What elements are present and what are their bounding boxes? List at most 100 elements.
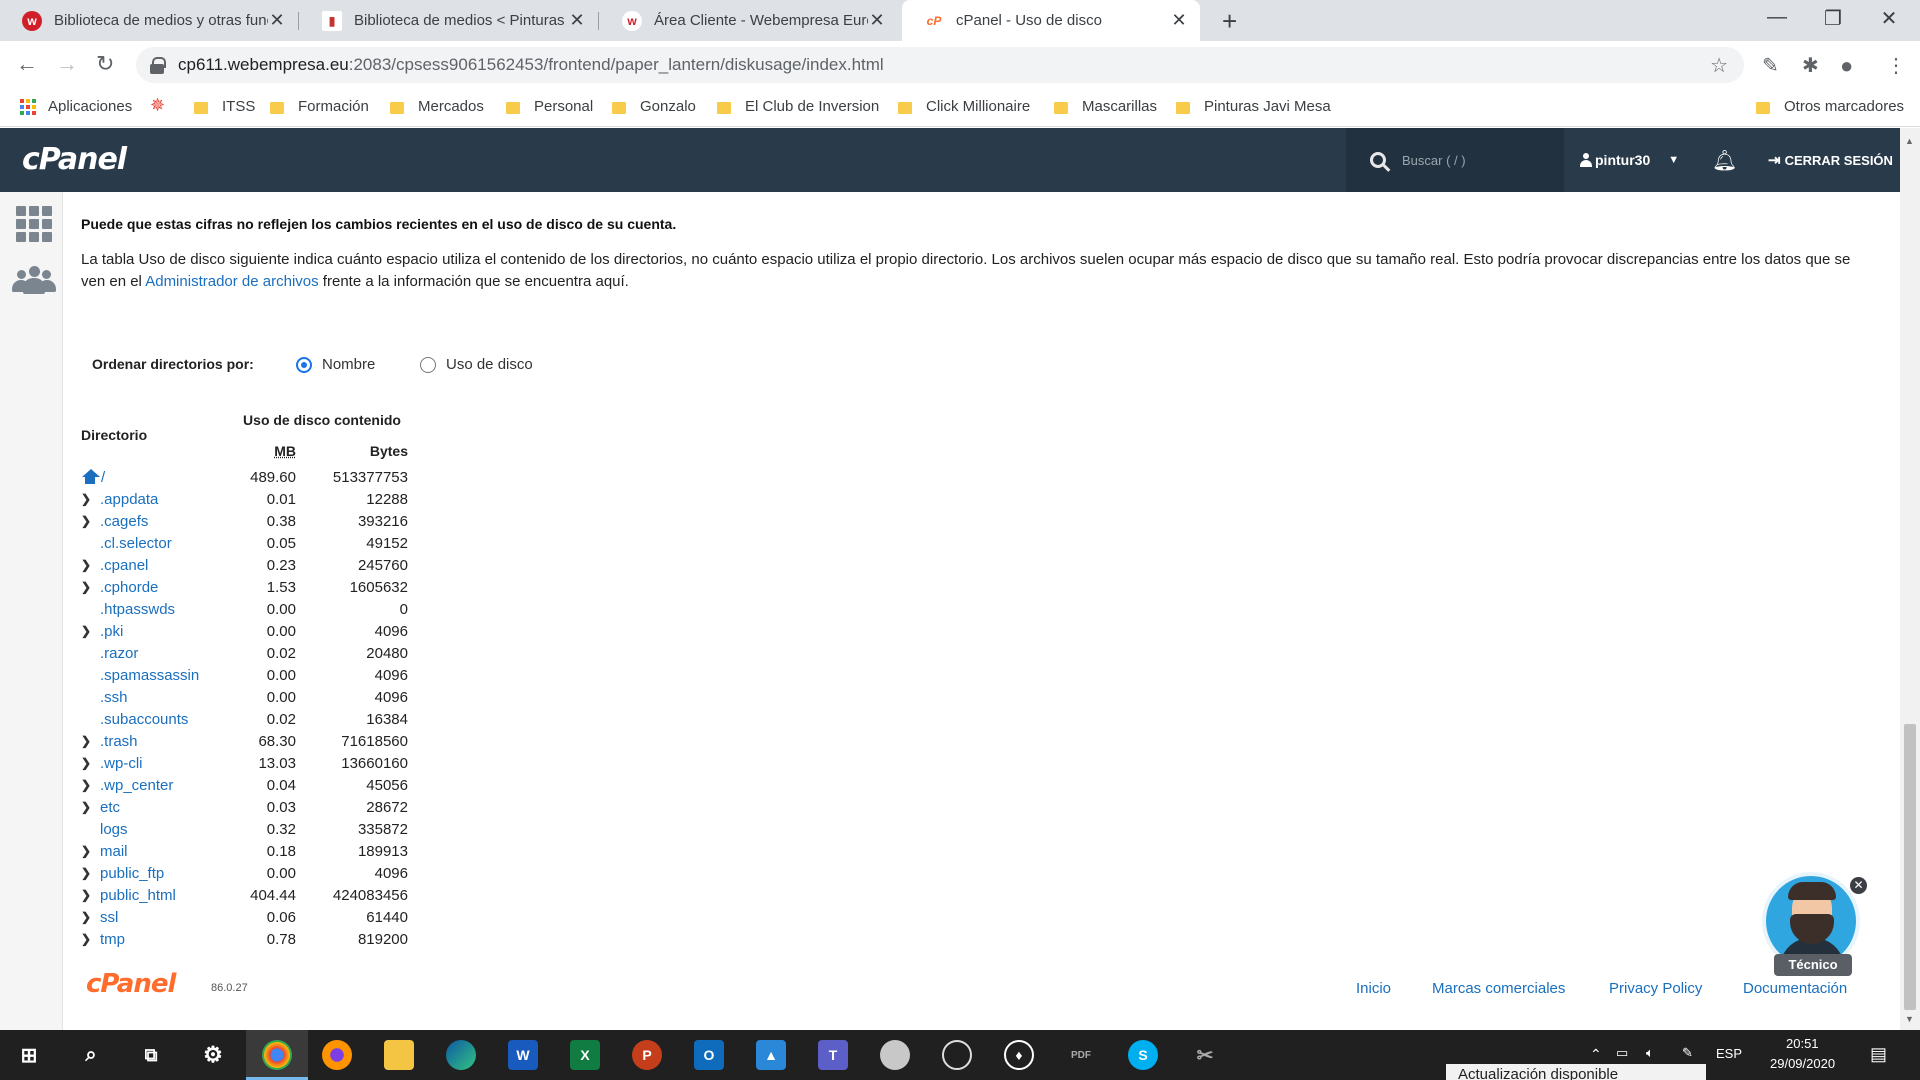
paint-icon[interactable] xyxy=(880,1040,910,1070)
photos-icon[interactable]: ▲ xyxy=(756,1040,786,1070)
browser-tab-2[interactable]: ▮ Biblioteca de medios < Pinturas J ✕ xyxy=(300,0,598,41)
footer-link-trademarks[interactable]: Marcas comerciales xyxy=(1432,980,1565,997)
expand-chevron-icon[interactable]: ❯ xyxy=(81,778,100,792)
battery-icon[interactable]: ▭ xyxy=(1616,1045,1628,1061)
browser-tab-3[interactable]: w Área Cliente - Webempresa Euro ✕ xyxy=(600,0,898,41)
volume-icon[interactable]: 🔈︎ xyxy=(1646,1045,1654,1061)
directory-link[interactable]: .razor xyxy=(100,645,138,662)
close-chat-icon[interactable]: ✕ xyxy=(1850,877,1867,894)
bookmark-itss[interactable]: ITSS xyxy=(194,98,255,115)
forward-arrow-icon[interactable]: → xyxy=(56,51,78,77)
bookmark-otros-marcadores[interactable]: Otros marcadores xyxy=(1756,98,1904,115)
edge-icon[interactable] xyxy=(446,1040,476,1070)
expand-chevron-icon[interactable]: ❯ xyxy=(81,866,100,880)
directory-link[interactable]: tmp xyxy=(100,931,125,948)
radio-selected[interactable] xyxy=(296,356,312,373)
browser-tab-1[interactable]: w Biblioteca de medios y otras func ✕ xyxy=(0,0,298,41)
page-scrollbar[interactable]: ▲ ▼ xyxy=(1900,128,1920,1030)
firefox-icon[interactable] xyxy=(322,1040,352,1070)
scroll-thumb[interactable] xyxy=(1904,724,1916,1010)
close-tab-icon[interactable]: ✕ xyxy=(568,10,586,31)
scroll-down-icon[interactable]: ▼ xyxy=(1905,1014,1914,1024)
footer-link-documentation[interactable]: Documentación xyxy=(1743,980,1847,997)
extensions-puzzle-icon[interactable]: ✱ xyxy=(1802,53,1819,78)
language-indicator[interactable]: ESP xyxy=(1716,1046,1742,1061)
search-icon[interactable]: ⌕ xyxy=(76,1040,106,1070)
expand-chevron-icon[interactable]: ❯ xyxy=(81,492,100,506)
bookmark-mercados[interactable]: Mercados xyxy=(390,98,484,115)
close-tab-icon[interactable]: ✕ xyxy=(268,10,286,31)
expand-chevron-icon[interactable]: ❯ xyxy=(81,756,100,770)
sort-by-disk-usage-radio[interactable]: Uso de disco xyxy=(420,356,533,373)
task-view-icon[interactable]: ⧉ xyxy=(136,1040,166,1070)
excel-icon[interactable]: X xyxy=(570,1040,600,1070)
directory-link[interactable]: .htpasswds xyxy=(100,601,175,618)
bookmark-click-millionaire[interactable]: Click Millionaire xyxy=(898,98,1030,115)
scroll-up-icon[interactable]: ▲ xyxy=(1905,136,1914,146)
close-tab-icon[interactable]: ✕ xyxy=(868,10,886,31)
notifications-icon[interactable]: ▤ xyxy=(1870,1044,1887,1065)
outlook-icon[interactable]: O xyxy=(694,1040,724,1070)
directory-link[interactable]: .trash xyxy=(100,733,138,750)
obs-icon[interactable] xyxy=(942,1040,972,1070)
expand-chevron-icon[interactable]: ❯ xyxy=(81,514,100,528)
expand-chevron-icon[interactable]: ❯ xyxy=(81,800,100,814)
restore-icon[interactable]: ❐ xyxy=(1810,6,1856,31)
profile-avatar-icon[interactable]: ● xyxy=(1840,53,1853,79)
windows-start-icon[interactable]: ⊞ xyxy=(14,1040,44,1070)
pen-icon[interactable]: ✎ xyxy=(1682,1045,1693,1061)
footer-link-inicio[interactable]: Inicio xyxy=(1356,980,1391,997)
footer-cpanel-logo[interactable]: cPanel xyxy=(86,969,176,999)
bookmark-formacion[interactable]: Formación xyxy=(270,98,369,115)
settings-gear-icon[interactable]: ⚙ xyxy=(198,1040,228,1070)
directory-link[interactable]: .cagefs xyxy=(100,513,148,530)
reload-icon[interactable]: ↻ xyxy=(96,51,114,77)
bookmark-gonzalo[interactable]: Gonzalo xyxy=(612,98,696,115)
expand-chevron-icon[interactable]: ❯ xyxy=(81,624,100,638)
clock-time[interactable]: 20:51 xyxy=(1786,1036,1819,1051)
sort-by-name-radio[interactable]: Nombre xyxy=(296,356,375,373)
address-bar[interactable]: cp611.webempresa.eu:2083/cpsess906156245… xyxy=(136,47,1744,83)
update-available-toast[interactable]: Actualización disponible xyxy=(1446,1064,1706,1080)
directory-link[interactable]: .cl.selector xyxy=(100,535,172,552)
cpanel-logo[interactable]: cPanel xyxy=(22,142,127,177)
logout-button[interactable]: ⇥ CERRAR SESIÓN xyxy=(1768,128,1893,192)
expand-chevron-icon[interactable]: ❯ xyxy=(81,580,100,594)
directory-link[interactable]: public_html xyxy=(100,887,176,904)
clock-date[interactable]: 29/09/2020 xyxy=(1770,1056,1835,1071)
word-icon[interactable]: W xyxy=(508,1040,538,1070)
file-manager-link[interactable]: Administrador de archivos xyxy=(145,273,318,290)
browser-tab-4-active[interactable]: cP cPanel - Uso de disco ✕ xyxy=(902,0,1200,41)
plus-icon[interactable]: + xyxy=(1222,6,1237,37)
directory-link[interactable]: etc xyxy=(100,799,120,816)
teams-icon[interactable]: T xyxy=(818,1040,848,1070)
powerpoint-icon[interactable]: P xyxy=(632,1040,662,1070)
pdf-app-icon[interactable]: PDF xyxy=(1066,1040,1096,1070)
bookmark-pinturas-javi-mesa[interactable]: Pinturas Javi Mesa xyxy=(1176,98,1331,115)
directory-link[interactable]: mail xyxy=(100,843,128,860)
lightbulb-app-icon[interactable]: ♦ xyxy=(1004,1040,1034,1070)
support-chat-label[interactable]: Técnico xyxy=(1774,954,1852,976)
directory-link[interactable]: ssl xyxy=(100,909,118,926)
directory-link[interactable]: public_ftp xyxy=(100,865,164,882)
expand-chevron-icon[interactable]: ❯ xyxy=(81,734,100,748)
directory-link[interactable]: .subaccounts xyxy=(100,711,188,728)
close-window-icon[interactable]: ✕ xyxy=(1866,6,1912,31)
bookmark-personal[interactable]: Personal xyxy=(506,98,593,115)
user-manager-icon[interactable] xyxy=(12,266,56,296)
expand-chevron-icon[interactable]: ❯ xyxy=(81,888,100,902)
minimize-icon[interactable]: — xyxy=(1754,6,1800,29)
column-header-mb[interactable]: MB xyxy=(200,436,296,466)
user-menu[interactable]: pintur30 ▼ xyxy=(1580,128,1679,192)
expand-chevron-icon[interactable]: ❯ xyxy=(81,932,100,946)
directory-link[interactable]: .cphorde xyxy=(100,579,158,596)
bookmark-mascarillas[interactable]: Mascarillas xyxy=(1054,98,1157,115)
expand-chevron-icon[interactable]: ❯ xyxy=(81,558,100,572)
pinwheel-icon[interactable]: ✵ xyxy=(150,95,165,116)
close-tab-icon[interactable]: ✕ xyxy=(1170,10,1188,31)
chrome-icon[interactable] xyxy=(262,1040,292,1070)
bookmark-apps[interactable]: Aplicaciones xyxy=(20,98,132,115)
expand-chevron-icon[interactable]: ❯ xyxy=(81,844,100,858)
directory-link[interactable]: logs xyxy=(100,821,128,838)
column-header-directory[interactable]: Directorio xyxy=(81,404,200,466)
